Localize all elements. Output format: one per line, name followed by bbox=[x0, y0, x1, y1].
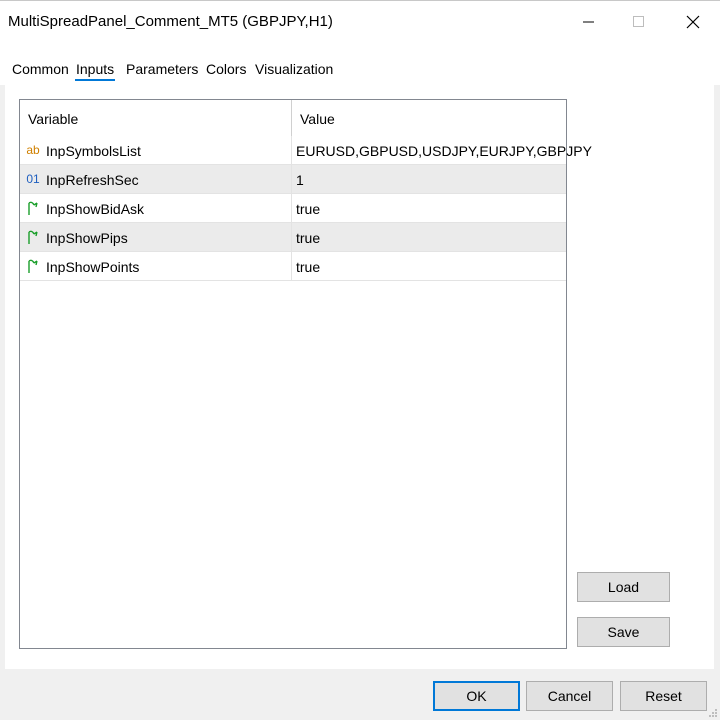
table-row[interactable]: InpShowPips true bbox=[20, 223, 566, 252]
integer-type-icon: 01 bbox=[26, 172, 40, 186]
close-button[interactable] bbox=[670, 1, 716, 43]
variable-name: InpShowBidAsk bbox=[46, 201, 145, 217]
cell-divider bbox=[291, 165, 292, 193]
minimize-button[interactable] bbox=[566, 1, 612, 43]
tab-inputs[interactable]: Inputs bbox=[74, 61, 116, 81]
cell-divider bbox=[291, 194, 292, 222]
cancel-button[interactable]: Cancel bbox=[526, 681, 613, 711]
table-row[interactable]: InpShowPoints true bbox=[20, 252, 566, 281]
cell-divider bbox=[291, 252, 292, 280]
ok-button[interactable]: OK bbox=[433, 681, 520, 711]
tab-visualization[interactable]: Visualization bbox=[255, 61, 333, 77]
dialog-window: MultiSpreadPanel_Comment_MT5 (GBPJPY,H1)… bbox=[0, 0, 720, 720]
tab-common[interactable]: Common bbox=[12, 61, 69, 77]
maximize-button bbox=[616, 1, 662, 43]
maximize-icon bbox=[633, 16, 644, 27]
title-bar[interactable]: MultiSpreadPanel_Comment_MT5 (GBPJPY,H1) bbox=[0, 1, 720, 45]
tab-colors[interactable]: Colors bbox=[206, 61, 246, 77]
variable-name: InpShowPoints bbox=[46, 259, 140, 275]
bool-type-icon bbox=[25, 200, 41, 216]
load-button[interactable]: Load bbox=[577, 572, 670, 602]
inputs-grid[interactable]: Variable Value ab InpSymbolsList EURUSD,… bbox=[19, 99, 592, 649]
column-header-variable[interactable]: Variable bbox=[28, 111, 78, 127]
variable-value[interactable]: true bbox=[296, 201, 320, 217]
column-header-value[interactable]: Value bbox=[300, 111, 335, 127]
variable-value[interactable]: true bbox=[296, 230, 320, 246]
grid-header: Variable Value bbox=[20, 100, 566, 137]
variable-name: InpShowPips bbox=[46, 230, 128, 246]
window-title: MultiSpreadPanel_Comment_MT5 (GBPJPY,H1) bbox=[8, 13, 333, 30]
resize-grip-icon[interactable] bbox=[708, 708, 718, 718]
table-row[interactable]: ab InpSymbolsList EURUSD,GBPUSD,USDJPY,E… bbox=[20, 136, 592, 165]
close-icon bbox=[686, 15, 700, 29]
cell-divider bbox=[291, 136, 292, 164]
variable-name: InpSymbolsList bbox=[46, 143, 141, 159]
variable-name: InpRefreshSec bbox=[46, 172, 139, 188]
variable-value[interactable]: 1 bbox=[296, 172, 304, 188]
bool-type-icon bbox=[25, 258, 41, 274]
table-row[interactable]: InpShowBidAsk true bbox=[20, 194, 566, 223]
cell-divider bbox=[291, 223, 292, 251]
save-button[interactable]: Save bbox=[577, 617, 670, 647]
variable-value[interactable]: true bbox=[296, 259, 320, 275]
bool-type-icon bbox=[25, 229, 41, 245]
tab-bar: Common Inputs Parameters Colors Visualiz… bbox=[0, 45, 720, 85]
string-type-icon: ab bbox=[26, 143, 40, 157]
tab-parameters[interactable]: Parameters bbox=[126, 61, 198, 77]
column-divider[interactable] bbox=[291, 100, 292, 136]
table-row[interactable]: 01 InpRefreshSec 1 bbox=[20, 165, 566, 194]
variable-value[interactable]: EURUSD,GBPUSD,USDJPY,EURJPY,GBPJPY bbox=[296, 143, 592, 159]
minimize-icon bbox=[583, 21, 594, 23]
reset-button[interactable]: Reset bbox=[620, 681, 707, 711]
